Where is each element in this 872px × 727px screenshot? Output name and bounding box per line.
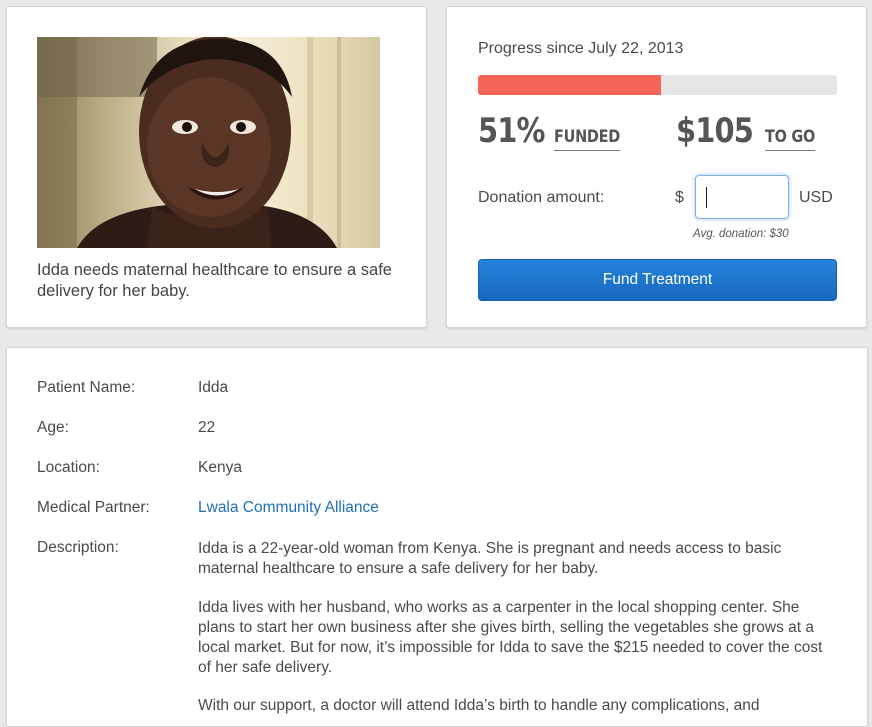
detail-value: Idda [198,379,229,396]
fund-treatment-button[interactable]: Fund Treatment [478,259,837,301]
patient-details-card: Patient Name: Idda Age: 22 Location: Ken… [6,347,868,727]
description-paragraph: With our support, a doctor will attend I… [198,697,760,714]
funded-label: FUNDED [554,127,621,151]
progress-bar [478,75,837,95]
detail-value: 22 [198,419,216,436]
donation-amount-input[interactable] [695,175,789,219]
progress-title: Progress since July 22, 2013 [478,40,684,57]
patient-photo [37,37,380,248]
detail-label: Medical Partner: [37,499,150,516]
medical-partner-link[interactable]: Lwala Community Alliance [198,499,818,517]
to-go-stat: $105 TO GO [676,111,824,151]
text-caret [706,187,707,208]
donation-amount-label: Donation amount: [478,189,605,206]
funded-percent: 51% [478,111,545,151]
description-paragraph: Idda is a 22-year-old woman from Kenya. … [198,540,782,577]
to-go-label: TO GO [764,127,815,151]
description-paragraph: Idda lives with her husband, who works a… [198,599,823,676]
average-donation-note: Avg. donation: $30 [693,228,789,240]
progress-bar-fill [478,75,662,95]
detail-label: Description: [37,539,119,556]
detail-label: Patient Name: [37,379,136,396]
detail-label: Age: [37,419,69,436]
funding-card: Progress since July 22, 2013 51% FUNDED … [446,6,867,328]
to-go-amount: $105 [676,111,754,151]
funded-stat: 51% FUNDED [478,111,632,151]
currency-code: USD [799,189,833,206]
currency-symbol: $ [675,189,684,206]
detail-label: Location: [37,459,100,476]
detail-value: Kenya [198,459,242,476]
patient-caption: Idda needs maternal healthcare to ensure… [37,261,392,300]
patient-photo-card: Idda needs maternal healthcare to ensure… [6,6,427,328]
